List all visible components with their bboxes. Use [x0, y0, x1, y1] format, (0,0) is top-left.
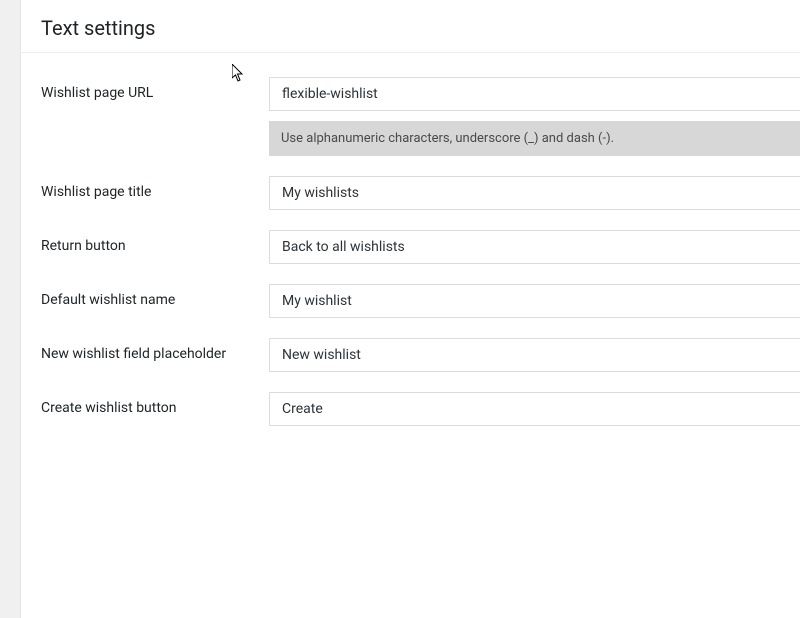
input-create[interactable]: [269, 392, 800, 426]
label-create: Create wishlist button: [41, 392, 269, 416]
field-row-title: Wishlist page title: [21, 156, 800, 210]
field-row-default-name: Default wishlist name: [21, 264, 800, 318]
help-url: Use alphanumeric characters, underscore …: [269, 121, 800, 156]
field-row-create: Create wishlist button: [21, 372, 800, 426]
input-default-name[interactable]: [269, 284, 800, 318]
settings-panel: Text settings Wishlist page URL Use alph…: [20, 0, 800, 618]
label-url: Wishlist page URL: [41, 77, 269, 101]
section-title: Text settings: [21, 0, 800, 53]
label-title: Wishlist page title: [41, 176, 269, 200]
input-url[interactable]: [269, 77, 800, 111]
input-return[interactable]: [269, 230, 800, 264]
field-row-url: Wishlist page URL Use alphanumeric chara…: [21, 53, 800, 156]
label-return: Return button: [41, 230, 269, 254]
input-placeholder[interactable]: [269, 338, 800, 372]
field-row-return: Return button: [21, 210, 800, 264]
input-title[interactable]: [269, 176, 800, 210]
field-row-placeholder: New wishlist field placeholder: [21, 318, 800, 372]
label-placeholder: New wishlist field placeholder: [41, 338, 269, 362]
label-default-name: Default wishlist name: [41, 284, 269, 308]
